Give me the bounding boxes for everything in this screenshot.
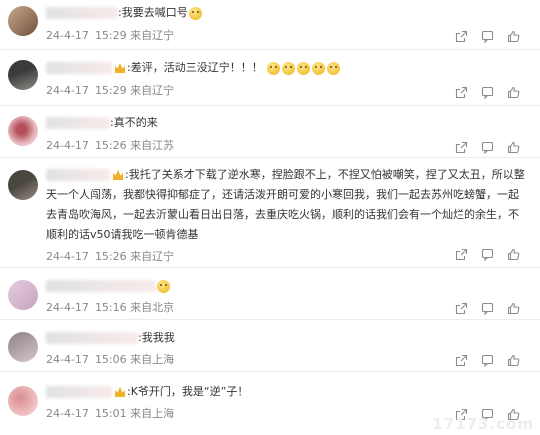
username-blurred[interactable]	[46, 280, 156, 292]
comment-text: :K爷开门，我是“逆”子！	[127, 385, 249, 398]
avatar[interactable]	[8, 386, 38, 416]
comment-location: 来自上海	[130, 353, 175, 366]
like-icon[interactable]	[500, 84, 526, 100]
comment-date: 24-4-17	[46, 301, 89, 314]
comment-time: 15:29	[94, 29, 127, 42]
comment-time: 15:29	[94, 84, 127, 97]
comment-time: 15:01	[94, 407, 127, 420]
comment-date: 24-4-17	[46, 139, 89, 152]
comment-item: :我托了关系才下载了逆水寒，捏脸跟不上，不捏又怕被嘲笑，捏了又太丑，所以整天一个…	[0, 158, 540, 268]
username-blurred[interactable]	[46, 332, 138, 344]
comment-date: 24-4-17	[46, 407, 89, 420]
site-watermark: 17173.com	[432, 415, 534, 433]
comment-actions	[448, 139, 526, 155]
like-icon[interactable]	[500, 28, 526, 44]
comment-content: :我我我	[46, 328, 526, 348]
comment-date: 24-4-17	[46, 250, 89, 263]
username-blurred[interactable]	[46, 62, 112, 74]
like-icon[interactable]	[500, 352, 526, 368]
emoji-icon	[327, 61, 341, 75]
avatar[interactable]	[8, 60, 38, 90]
comment-actions	[448, 300, 526, 316]
comment-actions	[448, 352, 526, 368]
comment-time: 15:06	[94, 353, 127, 366]
comment-icon[interactable]	[474, 84, 500, 100]
comment-content: :真不的来	[46, 113, 526, 133]
username-blurred[interactable]	[46, 7, 118, 19]
comment-item: 24-4-17 15:16 来自北京	[0, 268, 540, 320]
comment-location: 来自辽宁	[130, 29, 175, 42]
comment-location: 来自辽宁	[130, 84, 175, 97]
comment-item: :真不的来 24-4-17 15:26 来自江苏	[0, 106, 540, 158]
comment-icon[interactable]	[474, 139, 500, 155]
comment-actions	[448, 84, 526, 100]
comment-content	[46, 276, 526, 296]
emoji-icon	[188, 6, 202, 20]
comment-item: :我我我 24-4-17 15:06 来自上海	[0, 320, 540, 372]
comment-content: :我托了关系才下载了逆水寒，捏脸跟不上，不捏又怕被嘲笑，捏了又太丑，所以整天一个…	[46, 165, 526, 245]
comment-content: :我要去喊口号	[46, 3, 526, 23]
comment-location: 来自上海	[130, 407, 175, 420]
emoji-icon	[297, 61, 311, 75]
share-icon[interactable]	[448, 28, 474, 44]
comment-time: 15:26	[94, 250, 127, 263]
username-blurred[interactable]	[46, 117, 110, 129]
comment-text: :我要去喊口号	[118, 6, 188, 19]
username-blurred[interactable]	[46, 386, 112, 398]
like-icon[interactable]	[500, 300, 526, 316]
crown-badge-icon	[113, 170, 123, 180]
avatar[interactable]	[8, 332, 38, 362]
comment-date: 24-4-17	[46, 353, 89, 366]
comment-location: 来自辽宁	[130, 250, 175, 263]
comment-content: :差评，活动三没辽宁！！！	[46, 58, 526, 78]
username-blurred[interactable]	[46, 169, 110, 181]
comment-actions	[448, 246, 526, 262]
comment-date: 24-4-17	[46, 29, 89, 42]
comment-item: :差评，活动三没辽宁！！！ 24-4-17 15:29 来自辽宁	[0, 50, 540, 106]
avatar[interactable]	[8, 116, 38, 146]
share-icon[interactable]	[448, 352, 474, 368]
comment-time: 15:26	[94, 139, 127, 152]
comment-icon[interactable]	[474, 246, 500, 262]
comment-text: :真不的来	[110, 116, 158, 129]
comment-actions	[448, 28, 526, 44]
comment-icon[interactable]	[474, 300, 500, 316]
crown-badge-icon	[115, 63, 125, 73]
avatar[interactable]	[8, 280, 38, 310]
comment-date: 24-4-17	[46, 84, 89, 97]
avatar[interactable]	[8, 170, 38, 200]
emoji-icon	[312, 61, 326, 75]
comment-item: :我要去喊口号 24-4-17 15:29 来自辽宁	[0, 0, 540, 50]
comment-icon[interactable]	[474, 352, 500, 368]
comment-text: :我我我	[138, 331, 175, 344]
crown-badge-icon	[115, 387, 125, 397]
emoji-icon	[282, 61, 296, 75]
emoji-icon	[157, 279, 170, 293]
comment-list: :我要去喊口号 24-4-17 15:29 来自辽宁 :差评，活动三没辽宁！！！ …	[0, 0, 540, 435]
comment-time: 15:16	[94, 301, 127, 314]
like-icon[interactable]	[500, 139, 526, 155]
share-icon[interactable]	[448, 139, 474, 155]
share-icon[interactable]	[448, 84, 474, 100]
comment-text: :差评，活动三没辽宁！！！	[127, 61, 263, 74]
avatar[interactable]	[8, 6, 38, 36]
share-icon[interactable]	[448, 300, 474, 316]
share-icon[interactable]	[448, 246, 474, 262]
comment-location: 来自北京	[130, 301, 175, 314]
like-icon[interactable]	[500, 246, 526, 262]
comment-icon[interactable]	[474, 28, 500, 44]
comment-location: 来自江苏	[130, 139, 175, 152]
emoji-icon	[267, 61, 281, 75]
comment-content: :K爷开门，我是“逆”子！	[46, 382, 526, 402]
